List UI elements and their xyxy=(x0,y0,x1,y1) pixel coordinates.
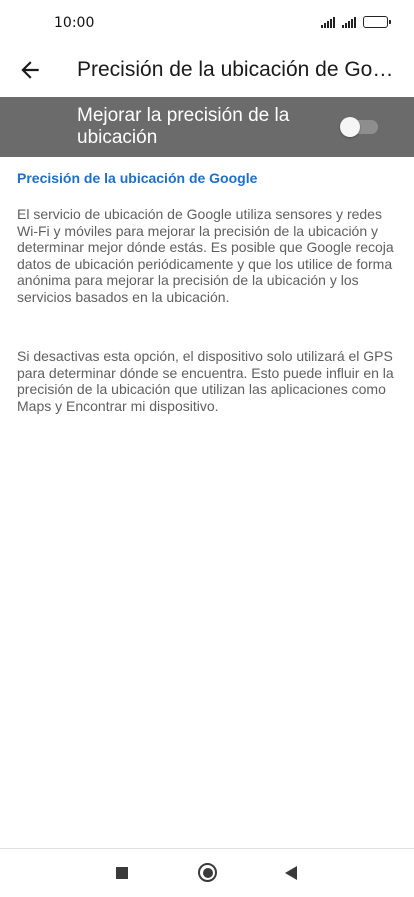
section-title: Precisión de la ubicación de Google xyxy=(17,170,258,186)
navigation-bar xyxy=(0,849,414,897)
home-icon[interactable] xyxy=(198,863,217,882)
recent-apps-icon[interactable] xyxy=(116,867,128,879)
page-title: Precisión de la ubicación de Google xyxy=(77,58,397,81)
toggle-knob xyxy=(340,117,360,137)
status-bar: 10:00 xyxy=(0,0,414,46)
battery-icon xyxy=(363,16,391,28)
description-paragraph-1: El servicio de ubicación de Google utili… xyxy=(17,206,394,305)
improve-accuracy-row[interactable]: Mejorar la precisión de la ubicación xyxy=(0,97,414,157)
app-bar: Precisión de la ubicación de Google xyxy=(0,46,414,96)
status-icons xyxy=(321,16,391,28)
improve-accuracy-label: Mejorar la precisión de la ubicación xyxy=(77,105,290,148)
improve-accuracy-toggle[interactable] xyxy=(340,117,378,137)
signal-icon xyxy=(321,16,335,28)
back-triangle-icon[interactable] xyxy=(285,866,297,880)
description-paragraph-2: Si desactivas esta opción, el dispositiv… xyxy=(17,348,394,414)
arrow-left-icon[interactable] xyxy=(17,57,43,83)
signal-icon xyxy=(342,16,356,28)
status-time: 10:00 xyxy=(54,15,95,31)
